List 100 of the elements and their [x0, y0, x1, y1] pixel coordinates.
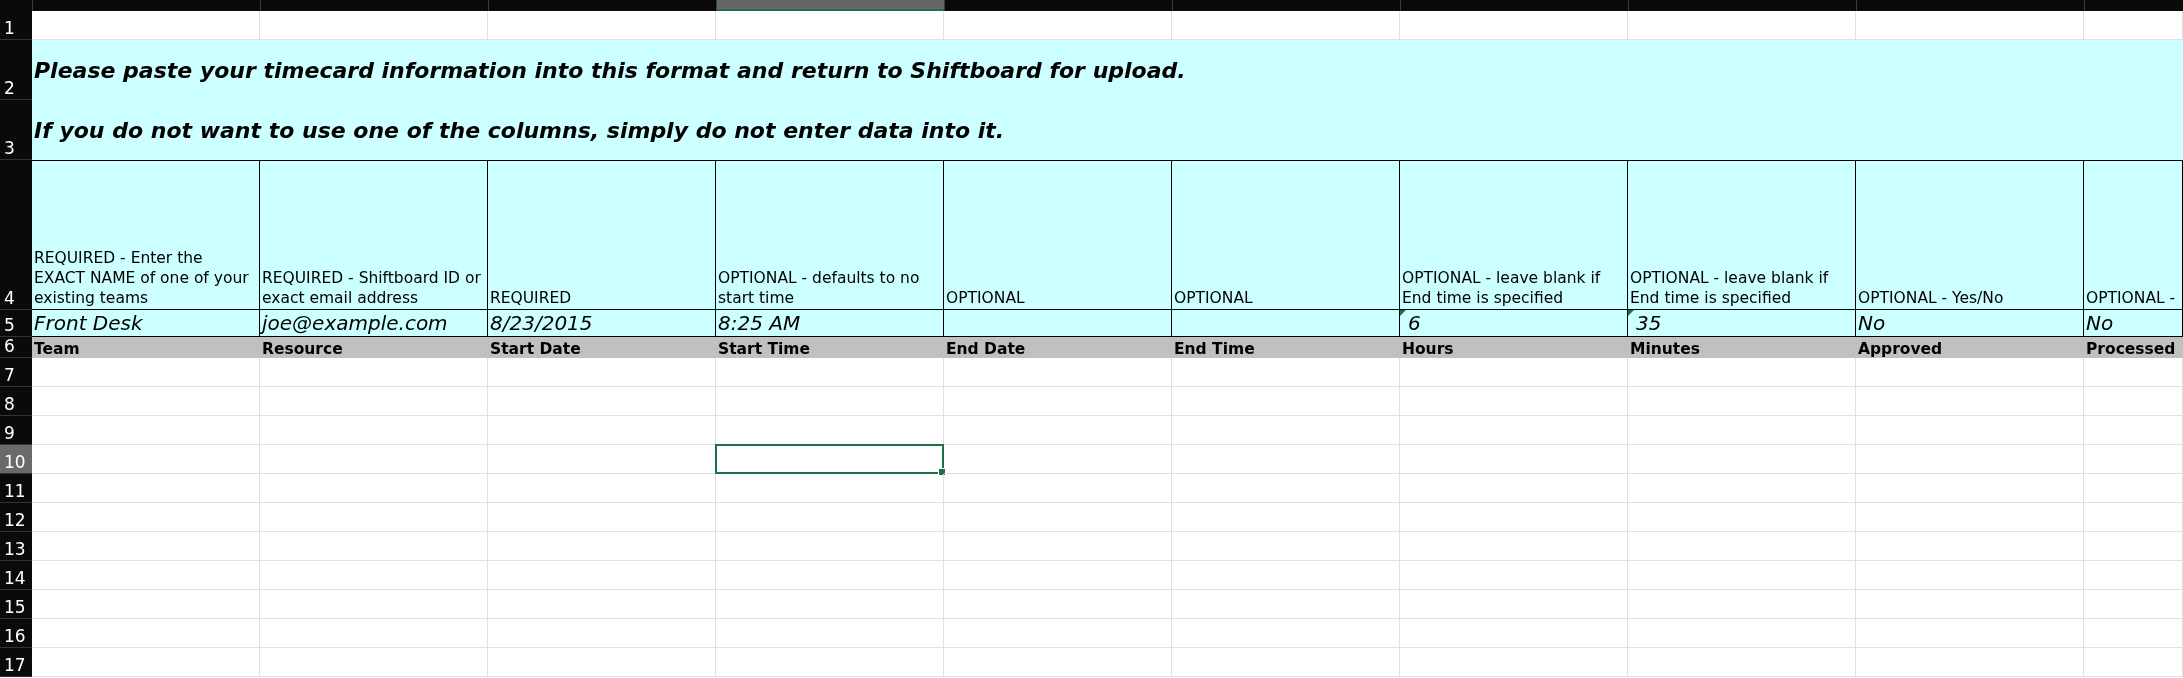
empty-cell[interactable] — [488, 561, 716, 590]
example-cell[interactable]: 8/23/2015 — [488, 310, 716, 337]
example-cell[interactable]: 8:25 AM — [716, 310, 944, 337]
empty-cell[interactable] — [260, 387, 488, 416]
empty-cell[interactable] — [944, 619, 1172, 648]
empty-cell[interactable] — [488, 619, 716, 648]
example-cell[interactable]: No — [2084, 310, 2183, 337]
empty-cell[interactable] — [1172, 648, 1400, 677]
empty-cell[interactable] — [1856, 445, 2084, 474]
empty-cell[interactable] — [260, 445, 488, 474]
row-number[interactable]: 17 — [0, 648, 32, 677]
empty-cell[interactable] — [1628, 387, 1856, 416]
error-indicator-icon[interactable] — [1400, 310, 1406, 316]
row-number[interactable]: 2 — [0, 40, 32, 100]
empty-cell[interactable] — [1628, 416, 1856, 445]
empty-cell[interactable] — [1856, 532, 2084, 561]
empty-cell[interactable] — [260, 416, 488, 445]
empty-cell[interactable] — [1400, 590, 1628, 619]
empty-cell[interactable] — [488, 416, 716, 445]
empty-cell[interactable] — [488, 474, 716, 503]
empty-cell[interactable] — [488, 648, 716, 677]
empty-cell[interactable] — [716, 561, 944, 590]
row-number[interactable]: 9 — [0, 416, 32, 445]
empty-cell[interactable] — [1628, 561, 1856, 590]
empty-cell[interactable] — [944, 648, 1172, 677]
row-number[interactable]: 10 — [0, 445, 32, 474]
empty-cell[interactable] — [944, 358, 1172, 387]
empty-cell[interactable] — [488, 503, 716, 532]
empty-cell[interactable] — [716, 532, 944, 561]
empty-cell[interactable] — [716, 474, 944, 503]
empty-cell[interactable] — [1628, 619, 1856, 648]
row-number[interactable]: 1 — [0, 11, 32, 40]
empty-cell[interactable] — [1856, 474, 2084, 503]
column-header[interactable] — [716, 0, 944, 11]
empty-cell[interactable] — [1628, 532, 1856, 561]
empty-cell[interactable] — [488, 590, 716, 619]
empty-cell[interactable] — [1400, 503, 1628, 532]
empty-cell[interactable] — [1400, 619, 1628, 648]
example-cell[interactable] — [1172, 310, 1400, 337]
empty-cell[interactable] — [2084, 619, 2183, 648]
example-cell[interactable]: 35 — [1628, 310, 1856, 337]
empty-cell[interactable] — [1172, 358, 1400, 387]
empty-cell[interactable] — [2084, 416, 2183, 445]
empty-cell[interactable] — [2084, 561, 2183, 590]
empty-cell[interactable] — [1856, 590, 2084, 619]
empty-cell[interactable] — [944, 387, 1172, 416]
example-cell[interactable] — [944, 310, 1172, 337]
row-number[interactable]: 13 — [0, 532, 32, 561]
row-number[interactable]: 16 — [0, 619, 32, 648]
empty-cell[interactable] — [260, 648, 488, 677]
empty-cell[interactable] — [1400, 445, 1628, 474]
row-number[interactable]: 12 — [0, 503, 32, 532]
empty-cell[interactable] — [944, 474, 1172, 503]
empty-cell[interactable] — [1628, 648, 1856, 677]
empty-cell[interactable] — [488, 387, 716, 416]
empty-cell[interactable] — [1400, 387, 1628, 416]
empty-cell[interactable] — [1172, 619, 1400, 648]
empty-cell[interactable] — [716, 619, 944, 648]
empty-cell[interactable] — [2084, 474, 2183, 503]
empty-cell[interactable] — [1172, 387, 1400, 416]
empty-cell[interactable] — [1172, 503, 1400, 532]
empty-cell[interactable] — [260, 358, 488, 387]
empty-cell[interactable] — [2084, 503, 2183, 532]
empty-cell[interactable] — [2084, 358, 2183, 387]
empty-cell[interactable] — [260, 532, 488, 561]
empty-cell[interactable] — [1172, 474, 1400, 503]
error-indicator-icon[interactable] — [1628, 310, 1634, 316]
empty-cell[interactable] — [1856, 619, 2084, 648]
empty-cell[interactable] — [260, 561, 488, 590]
empty-cell[interactable] — [1856, 561, 2084, 590]
empty-cell[interactable] — [1400, 474, 1628, 503]
empty-cell[interactable] — [1172, 590, 1400, 619]
row-number[interactable]: 4 — [0, 160, 32, 310]
empty-cell[interactable] — [2084, 590, 2183, 619]
empty-cell[interactable] — [944, 445, 1172, 474]
empty-cell[interactable] — [944, 532, 1172, 561]
row-number[interactable]: 6 — [0, 337, 32, 358]
empty-cell[interactable] — [1856, 416, 2084, 445]
active-cell[interactable] — [715, 444, 944, 474]
empty-cell[interactable] — [944, 561, 1172, 590]
empty-cell[interactable] — [2084, 648, 2183, 677]
empty-cell[interactable] — [2084, 532, 2183, 561]
empty-cell[interactable] — [1856, 358, 2084, 387]
empty-cell[interactable] — [716, 358, 944, 387]
empty-cell[interactable] — [1856, 387, 2084, 416]
empty-cell[interactable] — [1172, 416, 1400, 445]
empty-cell[interactable] — [260, 619, 488, 648]
empty-cell[interactable] — [1172, 532, 1400, 561]
empty-cell[interactable] — [1628, 445, 1856, 474]
empty-cell[interactable] — [2084, 387, 2183, 416]
empty-cell[interactable] — [716, 503, 944, 532]
empty-cell[interactable] — [488, 358, 716, 387]
empty-cell[interactable] — [1628, 503, 1856, 532]
empty-cell[interactable] — [1628, 590, 1856, 619]
row-number[interactable]: 8 — [0, 387, 32, 416]
empty-cell[interactable] — [1400, 532, 1628, 561]
row-number[interactable]: 7 — [0, 358, 32, 387]
empty-cell[interactable] — [260, 474, 488, 503]
empty-cell[interactable] — [1400, 358, 1628, 387]
empty-cell[interactable] — [944, 503, 1172, 532]
